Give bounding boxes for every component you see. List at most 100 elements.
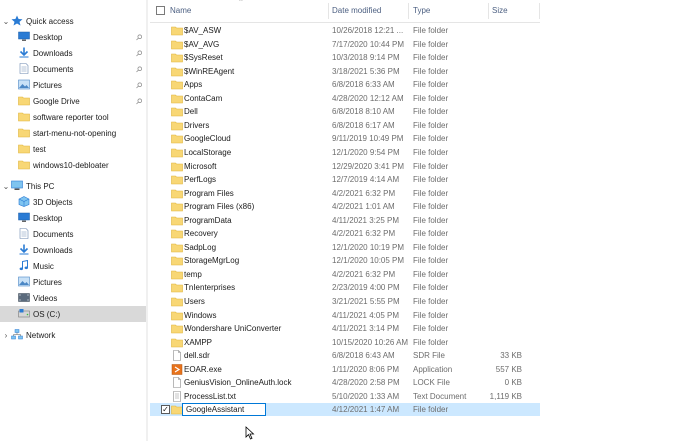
column-name[interactable]: Name	[170, 0, 191, 22]
file-row[interactable]: PerfLogs 12/7/2019 4:14 AM File folder	[150, 173, 540, 186]
file-row[interactable]: $WinREAgent 3/18/2021 5:36 PM File folder	[150, 65, 540, 78]
rename-input[interactable]: GoogleAssistant	[182, 403, 266, 417]
column-divider[interactable]	[408, 3, 409, 19]
network-icon	[11, 329, 23, 340]
file-size: 0 KB	[504, 378, 522, 388]
file-row[interactable]: ProgramData 4/11/2021 3:25 PM File folder	[150, 214, 540, 227]
file-row[interactable]: TnIenterprises 2/23/2019 4:00 PM File fold…	[150, 281, 540, 294]
chevron-down-icon[interactable]: ⌄	[2, 17, 10, 26]
file-type: File folder	[413, 66, 449, 76]
nav-item-pc-downloads[interactable]: Downloads	[0, 242, 146, 258]
folder-icon	[171, 147, 183, 158]
file-row-renaming[interactable]: ✓ GoogleAssistant 4/12/2021 1:47 AM File fo…	[150, 403, 540, 417]
file-name: ProgramData	[184, 215, 232, 225]
file-name: StorageMgrLog	[184, 256, 240, 266]
file-row[interactable]: Microsoft 12/29/2020 3:41 PM File folder	[150, 160, 540, 173]
nav-item-label: Documents	[33, 229, 74, 239]
file-name: Wondershare UniConverter	[184, 324, 282, 334]
nav-network[interactable]: › Network	[0, 327, 146, 343]
file-row[interactable]: SadpLog 12/1/2020 10:19 PM File folder	[150, 241, 540, 254]
file-name: EOAR.exe	[184, 364, 222, 374]
nav-item-pc-os-c-[interactable]: OS (C:)	[0, 306, 146, 322]
column-date-modified[interactable]: Date modified	[332, 0, 381, 22]
file-name: TnIenterprises	[184, 283, 236, 293]
nav-item-pictures[interactable]: Pictures ⚲	[0, 77, 146, 93]
file-date-modified: 12/7/2019 4:14 AM	[332, 175, 400, 185]
file-row[interactable]: EOAR.exe 1/11/2020 8:06 PM Application 557 …	[150, 363, 540, 376]
file-row[interactable]: StorageMgrLog 12/1/2020 10:05 PM File fold…	[150, 254, 540, 267]
nav-item-desktop[interactable]: Desktop ⚲	[0, 29, 146, 45]
row-checkbox[interactable]: ✓	[161, 405, 170, 415]
nav-item-pc-documents[interactable]: Documents	[0, 226, 146, 242]
nav-item-pc-pictures[interactable]: Pictures	[0, 274, 146, 290]
nav-item-google-drive[interactable]: Google Drive ⚲	[0, 93, 146, 109]
file-type: File folder	[413, 161, 449, 171]
column-type[interactable]: Type	[413, 0, 430, 22]
chevron-right-icon[interactable]: ›	[2, 331, 10, 340]
column-divider[interactable]	[328, 3, 329, 19]
file-date-modified: 6/8/2018 6:43 AM	[332, 351, 395, 361]
nav-item-pc-music[interactable]: Music	[0, 258, 146, 274]
chevron-down-icon[interactable]: ⌄	[2, 182, 10, 191]
file-date-modified: 12/29/2020 3:41 PM	[332, 161, 405, 171]
file-name: XAMPP	[184, 337, 213, 347]
select-all-checkbox[interactable]	[156, 6, 165, 15]
file-row[interactable]: Program Files (x86) 4/2/2021 1:01 AM File …	[150, 200, 540, 213]
file-row[interactable]: $AV_AVG 7/17/2020 10:44 PM File folder	[150, 38, 540, 51]
file-type: File folder	[413, 107, 449, 117]
txt-icon	[171, 391, 183, 402]
file-row[interactable]: Recovery 4/2/2021 6:32 PM File folder	[150, 227, 540, 240]
desktop-icon	[18, 31, 30, 42]
file-row[interactable]: Drivers 6/8/2018 6:17 AM File folder	[150, 119, 540, 132]
nav-item-pc-videos[interactable]: Videos	[0, 290, 146, 306]
nav-item-software-reporter-tool[interactable]: software reporter tool	[0, 109, 146, 125]
file-date-modified: 10/26/2018 12:21 ...	[332, 26, 404, 35]
pin-icon: ⚲	[133, 31, 145, 43]
file-row[interactable]: Wondershare UniConverter 4/11/2021 3:14 P…	[150, 322, 540, 335]
nav-item-pc-desktop[interactable]: Desktop	[0, 210, 146, 226]
folder-icon	[171, 66, 183, 77]
3d-objects-icon	[18, 196, 30, 207]
folder-icon	[171, 120, 183, 131]
file-row[interactable]: Apps 6/8/2018 6:33 AM File folder	[150, 78, 540, 91]
column-divider[interactable]	[539, 3, 540, 19]
file-name: dell.sdr	[184, 351, 210, 361]
nav-item-test[interactable]: test	[0, 141, 146, 157]
file-row[interactable]: ContaCam 4/28/2020 12:12 AM File folder	[150, 92, 540, 105]
file-type: File folder	[413, 215, 449, 225]
documents-icon	[18, 228, 30, 239]
nav-this-pc[interactable]: ⌄ This PC	[0, 178, 146, 194]
file-row[interactable]: ProcessList.txt 5/10/2020 1:33 AM Text Doc…	[150, 390, 540, 403]
file-row[interactable]: XAMPP 10/15/2020 10:26 AM File folder	[150, 336, 540, 349]
file-type: File folder	[413, 256, 449, 266]
file-row[interactable]: Program Files 4/2/2021 6:32 PM File folder	[150, 187, 540, 200]
file-row[interactable]: GoogleCloud 9/11/2019 10:49 PM File folder	[150, 132, 540, 145]
file-row[interactable]: Dell 6/8/2018 8:10 AM File folder	[150, 105, 540, 118]
nav-quick-access[interactable]: ⌄ Quick access	[0, 13, 146, 29]
nav-item-start-menu-not-opening[interactable]: start-menu-not-opening	[0, 125, 146, 141]
nav-item-pc-3d-objects[interactable]: 3D Objects	[0, 194, 146, 210]
nav-item-label: Pictures	[33, 277, 62, 287]
pin-icon: ⚲	[133, 63, 145, 75]
file-date-modified: 6/8/2018 6:33 AM	[332, 80, 395, 90]
file-row[interactable]: Users 3/21/2021 5:55 PM File folder	[150, 295, 540, 308]
column-divider[interactable]	[488, 3, 489, 19]
file-type: File folder	[413, 80, 449, 90]
nav-item-windows10-debloater[interactable]: windows10-debloater	[0, 157, 146, 173]
nav-item-label: software reporter tool	[33, 112, 109, 122]
file-row[interactable]: GeniusVision_OnlineAuth.lock 4/28/2020 2:…	[150, 376, 540, 389]
mouse-cursor-icon	[245, 426, 255, 440]
file-row[interactable]: Windows 4/11/2021 4:05 PM File folder	[150, 309, 540, 322]
column-size[interactable]: Size	[492, 0, 508, 22]
nav-item-documents[interactable]: Documents ⚲	[0, 61, 146, 77]
file-row[interactable]: $AV_ASW 10/26/2018 12:21 ... File folder	[150, 24, 540, 37]
nav-item-downloads[interactable]: Downloads ⚲	[0, 45, 146, 61]
folder-icon	[171, 215, 183, 226]
file-name: $WinREAgent	[184, 66, 235, 76]
file-row[interactable]: temp 4/2/2021 6:32 PM File folder	[150, 268, 540, 281]
file-type: File folder	[413, 120, 449, 130]
file-row[interactable]: LocalStorage 12/1/2020 9:54 PM File folder	[150, 146, 540, 159]
file-row[interactable]: $SysReset 10/3/2018 9:14 PM File folder	[150, 51, 540, 64]
nav-pane-divider[interactable]	[146, 0, 148, 441]
file-row[interactable]: dell.sdr 6/8/2018 6:43 AM SDR File 33 KB	[150, 349, 540, 362]
